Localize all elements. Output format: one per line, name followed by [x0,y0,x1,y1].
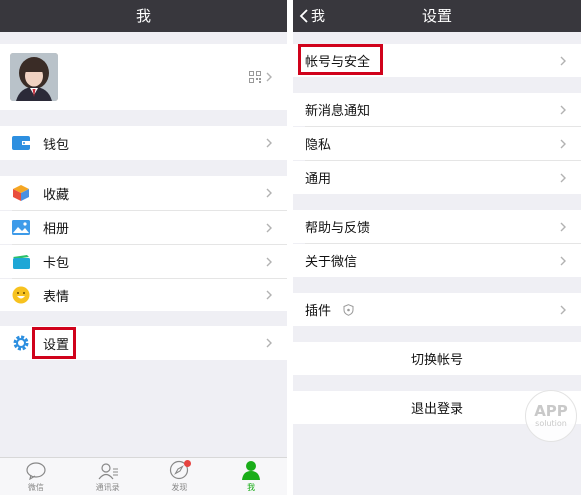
chevron-right-icon [560,256,566,265]
settings-item-notifications[interactable]: 新消息通知 [293,93,581,126]
nav-bar: 我 设置 [293,0,581,32]
menu-label: 卡包 [43,256,70,271]
tab-chats[interactable]: 微信 [0,458,72,495]
menu-item-favorites[interactable]: 收藏 [0,176,287,210]
chevron-right-icon [266,72,272,82]
tab-label: 微信 [27,483,44,492]
button-label: 切换帐号 [410,353,463,368]
settings-label: 新消息通知 [305,104,371,119]
avatar [10,53,58,101]
chevron-right-icon [266,223,272,232]
settings-label: 隐私 [305,138,332,153]
tab-discover[interactable]: 发现 [144,458,216,495]
settings-label: 关于微信 [305,255,358,270]
settings-item-general[interactable]: 通用 [293,161,581,194]
shield-icon [343,303,354,316]
chevron-right-icon [560,56,566,65]
cube-icon [11,183,31,203]
qr-code-icon[interactable] [249,71,261,83]
tab-label: 发现 [171,483,188,492]
settings-screen: 我 设置 帐号与安全 新消息通知 隐私 通用 帮助与反馈 关于微信 插件 切换帐… [293,0,581,495]
chevron-right-icon [266,290,272,300]
settings-highlight-box [32,327,76,359]
settings-item-about[interactable]: 关于微信 [293,244,581,277]
chevron-right-icon [266,338,272,348]
settings-item-help-feedback[interactable]: 帮助与反馈 [293,210,581,243]
settings-label: 通用 [305,172,332,187]
settings-label: 帮助与反馈 [305,221,371,236]
menu-item-stickers[interactable]: 表情 [0,279,287,311]
contacts-icon [98,463,118,480]
watermark-logo: APP solution [525,390,577,442]
tab-label: 我 [247,483,256,492]
menu-item-wallet[interactable]: 钱包 [0,126,287,160]
tab-me[interactable]: 我 [215,458,287,495]
menu-label: 钱包 [43,137,70,153]
menu-item-cards[interactable]: 卡包 [0,245,287,278]
menu-label: 表情 [43,289,70,305]
chevron-right-icon [266,138,272,148]
tab-contacts[interactable]: 通讯录 [72,458,144,495]
settings-item-plugins[interactable]: 插件 [293,293,581,326]
menu-label: 相册 [43,222,70,237]
card-icon [11,252,31,272]
profile-card[interactable] [0,44,287,110]
menu-item-album[interactable]: 相册 [0,211,287,244]
settings-item-privacy[interactable]: 隐私 [293,127,581,160]
page-title: 设置 [421,7,452,25]
tab-bar: 微信 通讯录 发现 我 [0,457,287,495]
picture-icon [11,218,31,238]
chevron-right-icon [266,188,272,198]
chevron-right-icon [560,139,566,148]
chevron-right-icon [266,257,272,266]
nav-bar: 我 [0,0,287,32]
gear-icon [11,333,31,353]
chevron-right-icon [560,222,566,231]
notification-dot [184,460,192,467]
page-title: 我 [135,7,151,25]
wallet-icon [11,133,31,153]
chevron-right-icon [560,105,566,114]
chat-icon [26,462,46,480]
tab-label: 通讯录 [95,483,120,492]
switch-account-button[interactable]: 切换帐号 [293,342,581,375]
settings-label: 插件 [305,304,332,319]
chevron-right-icon [560,305,566,314]
account-security-highlight-box [298,44,383,75]
menu-label: 收藏 [43,187,70,203]
chevron-right-icon [560,173,566,182]
smiley-icon [11,285,31,305]
me-screen: 我 钱包 收藏 相册 卡包 表情 设置 微信 通讯录 发现 我 [0,0,287,495]
person-icon [242,461,261,480]
button-label: 退出登录 [410,402,463,417]
